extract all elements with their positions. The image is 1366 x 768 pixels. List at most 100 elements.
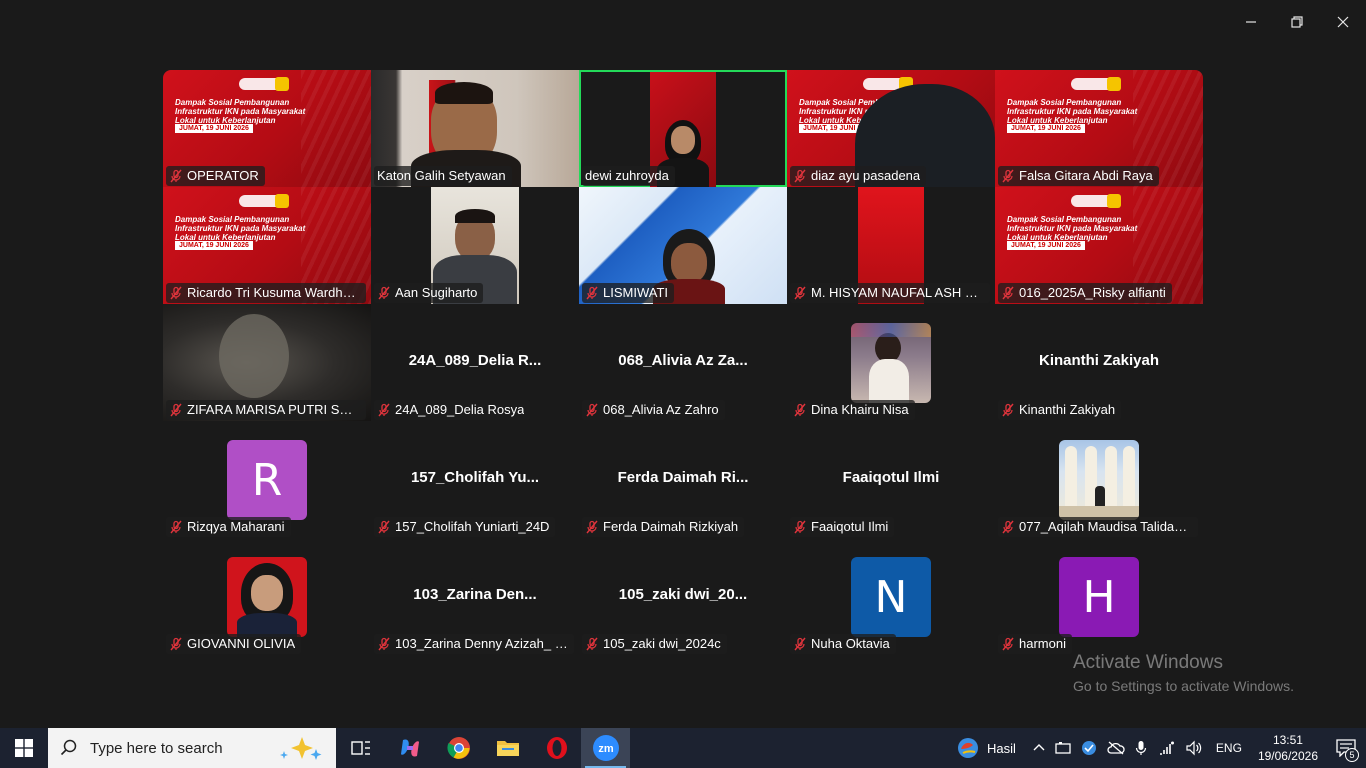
participant-tile[interactable]: Kinanthi Zakiyah Kinanthi Zakiyah [995,304,1203,421]
microphone-button[interactable] [1130,728,1152,768]
participant-name-label: Ricardo Tri Kusuma Wardhan... [166,283,366,303]
participant-display-name: Kinanthi Zakiyah [1038,352,1160,369]
microphone-muted-icon [585,286,599,300]
participant-tile[interactable]: 103_Zarina Den... 103_Zarina Denny Aziza… [371,538,579,655]
close-button[interactable] [1320,0,1366,44]
participant-name-label: 157_Cholifah Yuniarti_24D [374,517,556,537]
microphone-muted-icon [377,286,391,300]
microphone-muted-icon [793,637,807,651]
participant-tile[interactable]: M. HISYAM NAUFAL ASH SHID... [787,187,995,304]
participant-name-label: Nuha Oktavia [790,634,896,654]
weather-icon [958,738,979,758]
participant-name-label: 077_Aqilah Maudisa Talidah M [998,517,1198,537]
avatar: N [851,557,931,637]
speaker-icon [1186,740,1202,756]
profile-photo [1059,440,1139,520]
participant-display-name: 105_zaki dwi_20... [618,586,748,603]
participant-tile[interactable]: 068_Alivia Az Za... 068_Alivia Az Zahro [579,304,787,421]
notification-center-button[interactable]: 5 [1326,728,1366,768]
participant-tile[interactable]: R Rizqya Maharani [163,421,371,538]
participant-tile[interactable]: 157_Cholifah Yu... 157_Cholifah Yuniarti… [371,421,579,538]
clock[interactable]: 13:51 19/06/2026 [1250,728,1326,768]
taskbar-search-box[interactable]: Type here to search [48,728,336,768]
file-explorer-taskbar-button[interactable] [483,728,532,768]
microphone-muted-icon [1001,169,1015,183]
participant-name-label: GIOVANNI OLIVIA [166,634,302,654]
folder-icon [496,741,519,756]
participant-name-label: 068_Alivia Az Zahro [582,400,725,420]
chrome-taskbar-button[interactable] [434,728,483,768]
participant-tile[interactable]: N Nuha Oktavia [787,538,995,655]
restore-button[interactable] [1274,0,1320,44]
participant-tile[interactable]: Faaiqotul Ilmi Faaiqotul Ilmi [787,421,995,538]
participant-tile[interactable]: GIOVANNI OLIVIA [163,538,371,655]
language-indicator[interactable]: ENG [1208,728,1250,768]
microphone-muted-icon [793,286,807,300]
start-button[interactable] [0,728,48,768]
volume-button[interactable] [1180,728,1208,768]
activate-windows-watermark: Activate Windows Go to Settings to activ… [1073,652,1294,694]
microphone-muted-icon [377,520,391,534]
participant-tile[interactable]: ZIFARA MARISA PUTRI SETYA... [163,304,371,421]
tray-device-button[interactable] [1050,728,1076,768]
task-view-button[interactable] [336,728,385,768]
zoom-meeting-window: Dampak Sosial Pembangunan Infrastruktur … [0,0,1366,728]
opera-taskbar-button[interactable] [532,728,581,768]
microphone-muted-icon [169,403,183,417]
participant-tile[interactable]: Dina Khairu Nisa [787,304,995,421]
microphone-muted-icon [377,403,391,417]
participant-tile[interactable]: Dampak Sosial Pembangunan Infrastruktur … [787,70,995,187]
participant-tile[interactable]: Ferda Daimah Ri... Ferda Daimah Rizkiyah [579,421,787,538]
participant-name-label: Rizqya Maharani [166,517,291,537]
participant-tile[interactable]: Katon Galih Setyawan [371,70,579,187]
microphone-muted-icon [1001,403,1015,417]
participant-tile-active-speaker[interactable]: dewi zuhroyda [579,70,787,187]
microphone-muted-icon [169,637,183,651]
microphone-muted-icon [169,520,183,534]
participant-display-name: 24A_089_Delia R... [408,352,542,369]
participant-tile[interactable]: 24A_089_Delia R... 24A_089_Delia Rosya [371,304,579,421]
participant-tile[interactable]: LISMIWATI [579,187,787,304]
participant-name-label: M. HISYAM NAUFAL ASH SHID... [790,283,990,303]
clock-date: 19/06/2026 [1257,749,1318,763]
window-controls [1228,0,1366,44]
tray-app-button[interactable] [1076,728,1102,768]
participant-tile[interactable]: Dampak Sosial Pembangunan Infrastruktur … [163,187,371,304]
participant-tile[interactable]: Dampak Sosial Pembangunan Infrastruktur … [995,70,1203,187]
microphone-muted-icon [585,403,599,417]
participant-tile[interactable]: 105_zaki dwi_20... 105_zaki dwi_2024c [579,538,787,655]
participant-name-label: ZIFARA MARISA PUTRI SETYA... [166,400,366,420]
chrome-icon [446,737,470,759]
participant-name-label: OPERATOR [166,166,265,186]
microphone-muted-icon [585,520,599,534]
zoom-taskbar-button[interactable]: zm [581,728,630,768]
restore-icon [1291,16,1303,28]
participant-tile[interactable]: Dampak Sosial Pembangunan Infrastruktur … [995,187,1203,304]
weather-widget[interactable]: Hasil [952,728,1028,768]
show-hidden-icons-button[interactable] [1028,728,1050,768]
close-icon [1337,16,1349,28]
participant-name-label: 24A_089_Delia Rosya [374,400,531,420]
microphone-muted-icon [585,637,599,651]
participant-name-label: 103_Zarina Denny Azizah_ 25i [374,634,574,654]
microphone-muted-icon [1001,520,1015,534]
opera-icon [546,737,567,759]
participant-tile[interactable]: Aan Sugiharto [371,187,579,304]
microphone-muted-icon [1001,637,1015,651]
network-button[interactable] [1152,728,1180,768]
participant-name-label: Katon Galih Setyawan [374,166,512,186]
participant-tile[interactable]: H harmoni [995,538,1203,655]
copilot-taskbar-button[interactable] [385,728,434,768]
participant-name-label: Ferda Daimah Rizkiyah [582,517,745,537]
participant-tile[interactable]: Dampak Sosial Pembangunan Infrastruktur … [163,70,371,187]
zoom-icon: zm [592,735,619,761]
tray-cloud-button[interactable] [1102,728,1130,768]
windows-taskbar: Type here to search zm Hasil ENG 13:51 1… [0,728,1366,768]
search-placeholder: Type here to search [90,739,223,757]
participant-name-label: Dina Khairu Nisa [790,400,915,420]
minimize-button[interactable] [1228,0,1274,44]
profile-photo [227,557,307,637]
participant-display-name: 157_Cholifah Yu... [410,469,540,486]
wifi-icon [1159,741,1174,755]
participant-tile[interactable]: 077_Aqilah Maudisa Talidah M [995,421,1203,538]
